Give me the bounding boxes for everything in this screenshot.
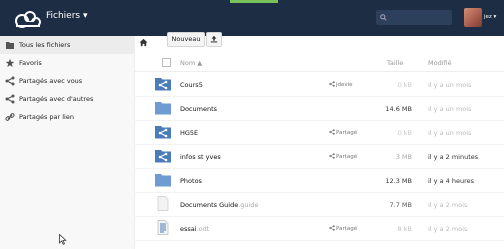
sidebar-item-favorites[interactable]: Favoris — [0, 54, 134, 72]
link-icon — [5, 113, 15, 121]
sidebar-item-shared-by-link[interactable]: Partagés par lien — [0, 108, 134, 126]
share-status[interactable]: Partagé — [329, 129, 357, 136]
new-button[interactable]: Nouveau — [167, 32, 205, 47]
table-row[interactable]: essai.odt Partagé 8 kB il y a 2 mois — [134, 217, 504, 241]
share-label: jdevie — [336, 82, 353, 88]
shared-folder-icon — [155, 126, 171, 139]
table-row[interactable]: Documents 14.6 MB il y a un mois — [134, 97, 504, 121]
share-label: Partagé — [336, 130, 358, 136]
file-extension: .odt — [196, 225, 210, 233]
share-status[interactable]: jdevie — [329, 81, 353, 88]
sidebar-item-label: Partagés avec d'autres — [19, 95, 94, 103]
sidebar-item-label: Tous les fichiers — [19, 41, 71, 49]
share-icon — [5, 76, 15, 86]
cloud-logo-icon[interactable] — [12, 10, 42, 28]
share-label: Partagé — [336, 154, 358, 160]
file-modified: il y a 2 mois — [428, 201, 468, 209]
file-size: 3 MB — [395, 153, 412, 161]
upload-button[interactable] — [206, 32, 222, 47]
sidebar-item-label: Partagés avec vous — [19, 77, 83, 85]
file-size: 14.6 MB — [385, 105, 412, 113]
column-modified-header[interactable]: Modifié — [428, 59, 452, 67]
folder-icon — [155, 102, 171, 115]
sidebar-item-label: Partagés par lien — [19, 113, 74, 121]
file-modified: il y a 2 minutes — [428, 153, 479, 161]
app-menu-title[interactable]: Fichiers ▾ — [46, 11, 87, 21]
file-size: 8 kB — [397, 225, 412, 233]
file-basename: essai — [180, 225, 197, 233]
search-icon — [380, 14, 387, 21]
file-name[interactable]: infos st yves — [180, 153, 221, 161]
star-icon — [5, 58, 15, 67]
file-icon — [157, 196, 169, 211]
avatar[interactable] — [464, 8, 482, 27]
file-name[interactable]: HG5E — [180, 129, 198, 137]
share-icon — [329, 225, 335, 231]
header-accent-bar — [230, 0, 278, 3]
file-size: 7.7 MB — [389, 201, 412, 209]
share-icon — [329, 81, 335, 87]
sidebar-item-shared-with-you[interactable]: Partagés avec vous — [0, 72, 134, 90]
sidebar: Tous les fichiers Favoris Partagés avec … — [0, 36, 135, 249]
file-name[interactable]: Documents — [180, 105, 217, 113]
upload-icon — [210, 35, 218, 43]
file-name[interactable]: essai.odt — [180, 225, 209, 233]
share-icon — [329, 129, 335, 135]
sidebar-item-all-files[interactable]: Tous les fichiers — [0, 36, 134, 54]
file-modified: il y a 4 heures — [428, 177, 474, 185]
share-status[interactable]: Partagé — [329, 225, 357, 232]
file-basename: Documents Guide — [180, 201, 239, 209]
shared-folder-icon — [155, 78, 171, 91]
share-icon — [5, 94, 15, 104]
file-name[interactable]: Documents Guide.guide — [180, 201, 258, 209]
table-row[interactable]: Cours5 jdevie 0 kB il y a un mois — [134, 73, 504, 97]
select-all-checkbox[interactable] — [162, 58, 171, 67]
file-modified: il y a un mois — [428, 105, 472, 113]
search-input[interactable] — [376, 10, 452, 25]
file-size: 0 kB — [397, 81, 412, 89]
table-row[interactable]: infos st yves Partagé 3 MB il y a 2 minu… — [134, 145, 504, 169]
file-extension: .guide — [238, 201, 259, 209]
file-size: 0 kB — [397, 129, 412, 137]
top-header: Fichiers ▾ jez ▾ — [0, 0, 504, 36]
share-label: Partagé — [336, 226, 358, 232]
shared-folder-icon — [155, 150, 171, 163]
folder-icon — [155, 174, 171, 187]
folder-icon — [6, 42, 14, 49]
file-modified: il y a 2 mois — [428, 225, 468, 233]
document-icon — [157, 220, 169, 235]
file-name[interactable]: Cours5 — [180, 81, 203, 89]
file-modified: il y a un mois — [428, 129, 472, 137]
user-menu[interactable]: jez ▾ — [484, 14, 496, 20]
file-size: 12.3 MB — [385, 177, 412, 185]
sidebar-item-shared-with-others[interactable]: Partagés avec d'autres — [0, 90, 134, 108]
mouse-cursor-icon — [59, 234, 67, 245]
file-table-header: Nom ▲ Taille Modifié — [134, 54, 504, 72]
share-icon — [329, 153, 335, 159]
column-size-header[interactable]: Taille — [387, 59, 403, 67]
file-name[interactable]: Photos — [180, 177, 202, 185]
share-status[interactable]: Partagé — [329, 153, 357, 160]
column-name-header[interactable]: Nom ▲ — [180, 59, 202, 67]
home-icon[interactable] — [139, 38, 148, 47]
table-row[interactable]: HG5E Partagé 0 kB il y a un mois — [134, 121, 504, 145]
table-row[interactable]: Documents Guide.guide 7.7 MB il y a 2 mo… — [134, 193, 504, 217]
file-modified: il y a un mois — [428, 81, 472, 89]
table-row[interactable]: Photos 12.3 MB il y a 4 heures — [134, 169, 504, 193]
sidebar-item-label: Favoris — [19, 59, 42, 67]
